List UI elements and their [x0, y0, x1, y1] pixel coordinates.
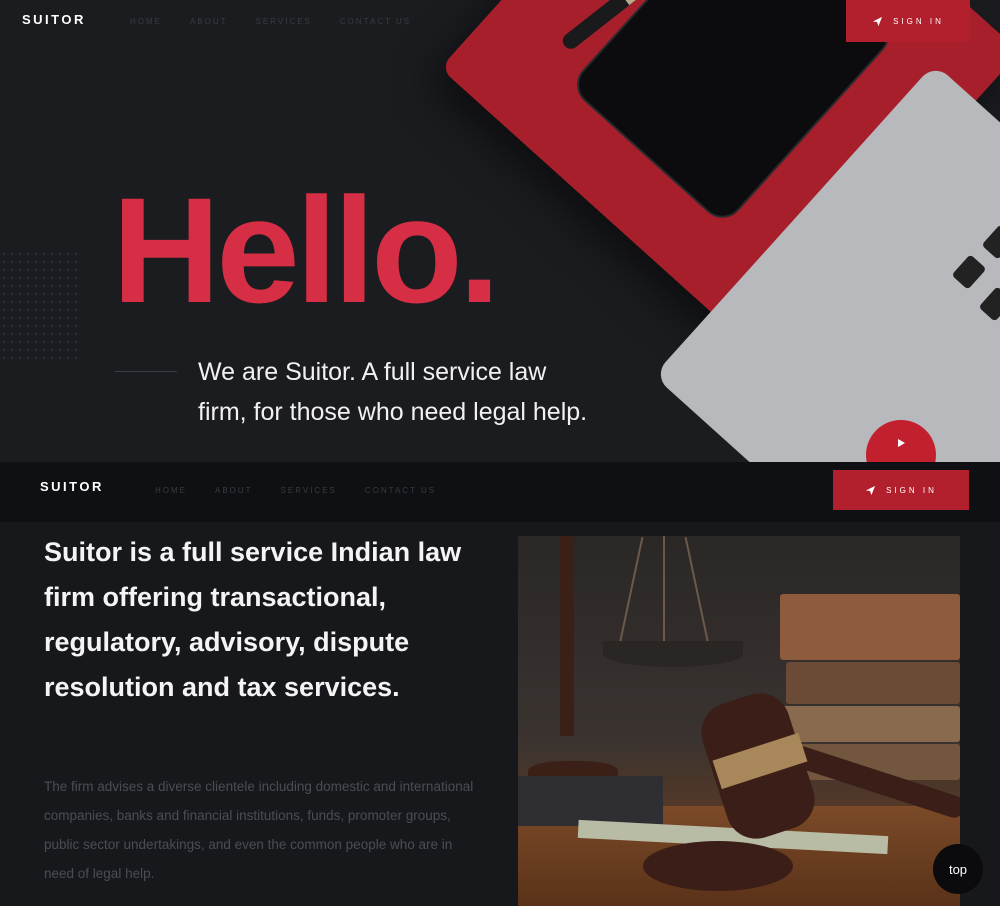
nav-link-home[interactable]: HOME: [155, 486, 187, 495]
scale-base: [518, 776, 663, 826]
dot-pattern: [0, 250, 80, 360]
nav-link-contact[interactable]: CONTACT US: [340, 17, 411, 26]
top-navigation: SUITOR HOME ABOUT SERVICES CONTACT US SI…: [0, 0, 1000, 42]
sound-block: [643, 841, 793, 891]
nav-link-about[interactable]: ABOUT: [190, 17, 228, 26]
paper-plane-icon: [873, 16, 883, 26]
brand-logo[interactable]: SUITOR: [22, 12, 86, 27]
sign-in-label: SIGN IN: [886, 485, 937, 495]
book: [780, 706, 960, 742]
nav-links-sticky: HOME ABOUT SERVICES CONTACT US: [155, 486, 436, 495]
sticky-header: SUITOR HOME ABOUT SERVICES CONTACT US SI…: [0, 462, 1000, 522]
about-description: The firm advises a diverse clientele inc…: [44, 779, 474, 881]
hero-section: SUITOR HOME ABOUT SERVICES CONTACT US SI…: [0, 0, 1000, 462]
about-section: Suitor is a full service Indian law firm…: [0, 522, 1000, 906]
nav-link-services[interactable]: SERVICES: [256, 17, 312, 26]
hero-tagline: We are Suitor. A full service law firm, …: [198, 358, 588, 426]
scale-pan: [603, 641, 743, 667]
play-icon: [898, 439, 905, 447]
sign-in-button-sticky[interactable]: SIGN IN: [833, 470, 969, 510]
book: [786, 662, 960, 704]
nav-link-contact[interactable]: CONTACT US: [365, 486, 436, 495]
back-to-top-button[interactable]: top: [933, 844, 983, 894]
sign-in-label: SIGN IN: [893, 16, 944, 26]
about-heading: Suitor is a full service Indian law firm…: [44, 537, 462, 702]
nav-link-about[interactable]: ABOUT: [215, 486, 253, 495]
nav-link-home[interactable]: HOME: [130, 17, 162, 26]
nav-links: HOME ABOUT SERVICES CONTACT US: [130, 17, 411, 26]
scale-string: [618, 536, 644, 646]
scale-pole: [560, 536, 574, 736]
scale-string: [663, 536, 665, 646]
brand-logo-sticky[interactable]: SUITOR: [40, 479, 104, 494]
scale-string: [684, 536, 710, 646]
nav-link-services[interactable]: SERVICES: [281, 486, 337, 495]
paper-plane-icon: [866, 485, 876, 495]
hero-headline: Hello.: [112, 166, 500, 334]
sign-in-button[interactable]: SIGN IN: [846, 0, 970, 42]
hero-divider: [115, 371, 177, 372]
book: [780, 594, 960, 660]
gavel-photo: [518, 536, 960, 906]
